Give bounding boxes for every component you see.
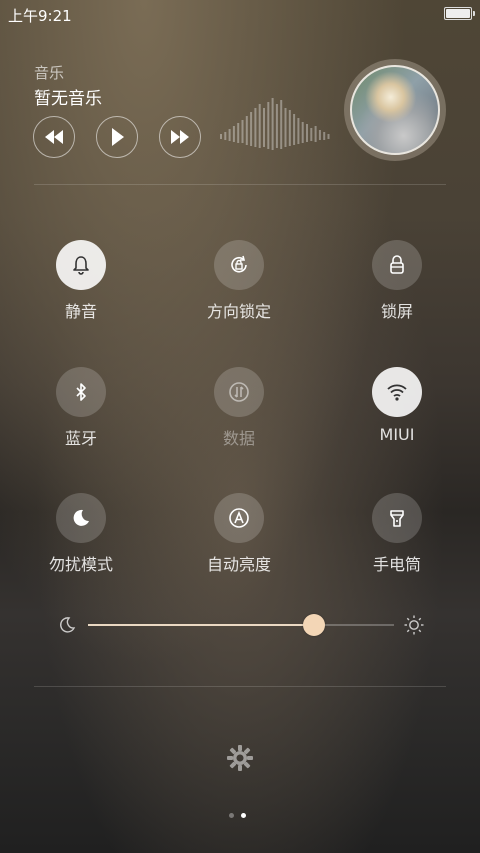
wave-bar (250, 112, 253, 146)
sun-icon (404, 615, 424, 635)
brightness-thumb[interactable] (303, 614, 326, 636)
wave-bar (284, 108, 287, 147)
data-icon (229, 382, 249, 402)
divider (34, 184, 446, 185)
play-button[interactable] (96, 116, 138, 158)
status-bar: 上午9:21 (0, 0, 480, 28)
wave-bar (275, 104, 278, 148)
toggle-button[interactable] (56, 367, 106, 417)
wave-bar (306, 124, 308, 142)
wave-bar (310, 128, 313, 141)
divider (34, 686, 446, 687)
audio-wave-graphic (220, 98, 330, 150)
page-dot[interactable] (229, 813, 234, 818)
wave-bar (293, 114, 296, 145)
toggle-button[interactable] (56, 240, 106, 290)
wave-bar (263, 108, 265, 147)
toggle-label: 手电筒 (372, 555, 421, 574)
auto-brightness-icon (229, 508, 249, 528)
toggle-label: MIUI (379, 425, 415, 444)
moon-icon (73, 509, 89, 526)
toggle-button[interactable] (56, 493, 106, 543)
toggle-rotation-lock[interactable]: 方向锁定 (179, 240, 299, 322)
toggle-button[interactable] (214, 367, 264, 417)
wifi-icon (387, 384, 407, 401)
brightness-track[interactable] (88, 614, 394, 636)
brightness-fill (88, 624, 315, 626)
wave-bar (232, 126, 235, 142)
wave-bar (323, 132, 326, 140)
toggle-bluetooth[interactable]: 蓝牙 (21, 367, 141, 449)
rotation-lock-icon (231, 255, 247, 273)
wave-bar (288, 110, 291, 146)
bluetooth-icon (76, 383, 86, 401)
toggle-label: 数据 (222, 429, 255, 448)
play-icon (112, 128, 124, 146)
page-dot[interactable] (241, 813, 246, 818)
toggle-auto-brightness[interactable]: 自动亮度 (179, 493, 299, 575)
toggle-button[interactable] (372, 367, 422, 417)
page-indicator (229, 813, 246, 818)
toggle-data[interactable]: 数据 (179, 367, 299, 449)
moon-icon (60, 617, 76, 633)
toggle-label: 勿扰模式 (48, 555, 113, 574)
flashlight-icon (390, 510, 404, 527)
wave-bar (280, 100, 283, 149)
toggle-bell[interactable]: 静音 (21, 240, 141, 322)
wave-bar (220, 134, 222, 139)
toggle-label: 蓝牙 (64, 429, 97, 448)
wave-bar (228, 129, 231, 141)
brightness-slider[interactable] (56, 612, 426, 638)
wave-bar (271, 98, 274, 150)
rewind-icon (45, 130, 63, 144)
wave-bar (314, 126, 317, 142)
toggle-button[interactable] (372, 493, 422, 543)
music-title[interactable]: 暂无音乐 (34, 84, 102, 109)
battery-icon (444, 7, 475, 20)
wave-bar (297, 118, 300, 144)
fast-forward-icon (171, 130, 189, 144)
gear-icon[interactable] (224, 742, 256, 774)
toggle-label: 锁屏 (380, 302, 413, 321)
toggle-label: 自动亮度 (206, 555, 271, 574)
toggle-lock[interactable]: 锁屏 (337, 240, 457, 322)
toggle-button[interactable] (372, 240, 422, 290)
wave-bar (327, 134, 330, 139)
music-label: 音乐 (34, 64, 65, 82)
lock-icon (390, 255, 404, 274)
toggle-moon[interactable]: 勿扰模式 (21, 493, 141, 575)
bell-icon (73, 256, 89, 275)
wave-bar (254, 108, 257, 147)
wave-bar (237, 123, 240, 143)
fast-forward-button[interactable] (159, 116, 201, 158)
album-art[interactable] (344, 59, 446, 161)
wave-bar (224, 132, 227, 140)
toggle-label: 静音 (64, 302, 97, 321)
wave-bar (245, 116, 248, 145)
wave-bar (318, 130, 321, 140)
toggle-flashlight[interactable]: 手电筒 (337, 493, 457, 575)
wave-bar (267, 102, 270, 149)
status-time: 上午9:21 (8, 7, 72, 25)
toggle-button[interactable] (214, 493, 264, 543)
wave-bar (241, 120, 244, 143)
toggle-label: 方向锁定 (206, 302, 271, 321)
toggle-button[interactable] (214, 240, 264, 290)
toggle-wifi[interactable]: MIUI (337, 367, 457, 444)
wave-bar (258, 104, 261, 148)
wave-bar (301, 122, 304, 143)
rewind-button[interactable] (33, 116, 75, 158)
